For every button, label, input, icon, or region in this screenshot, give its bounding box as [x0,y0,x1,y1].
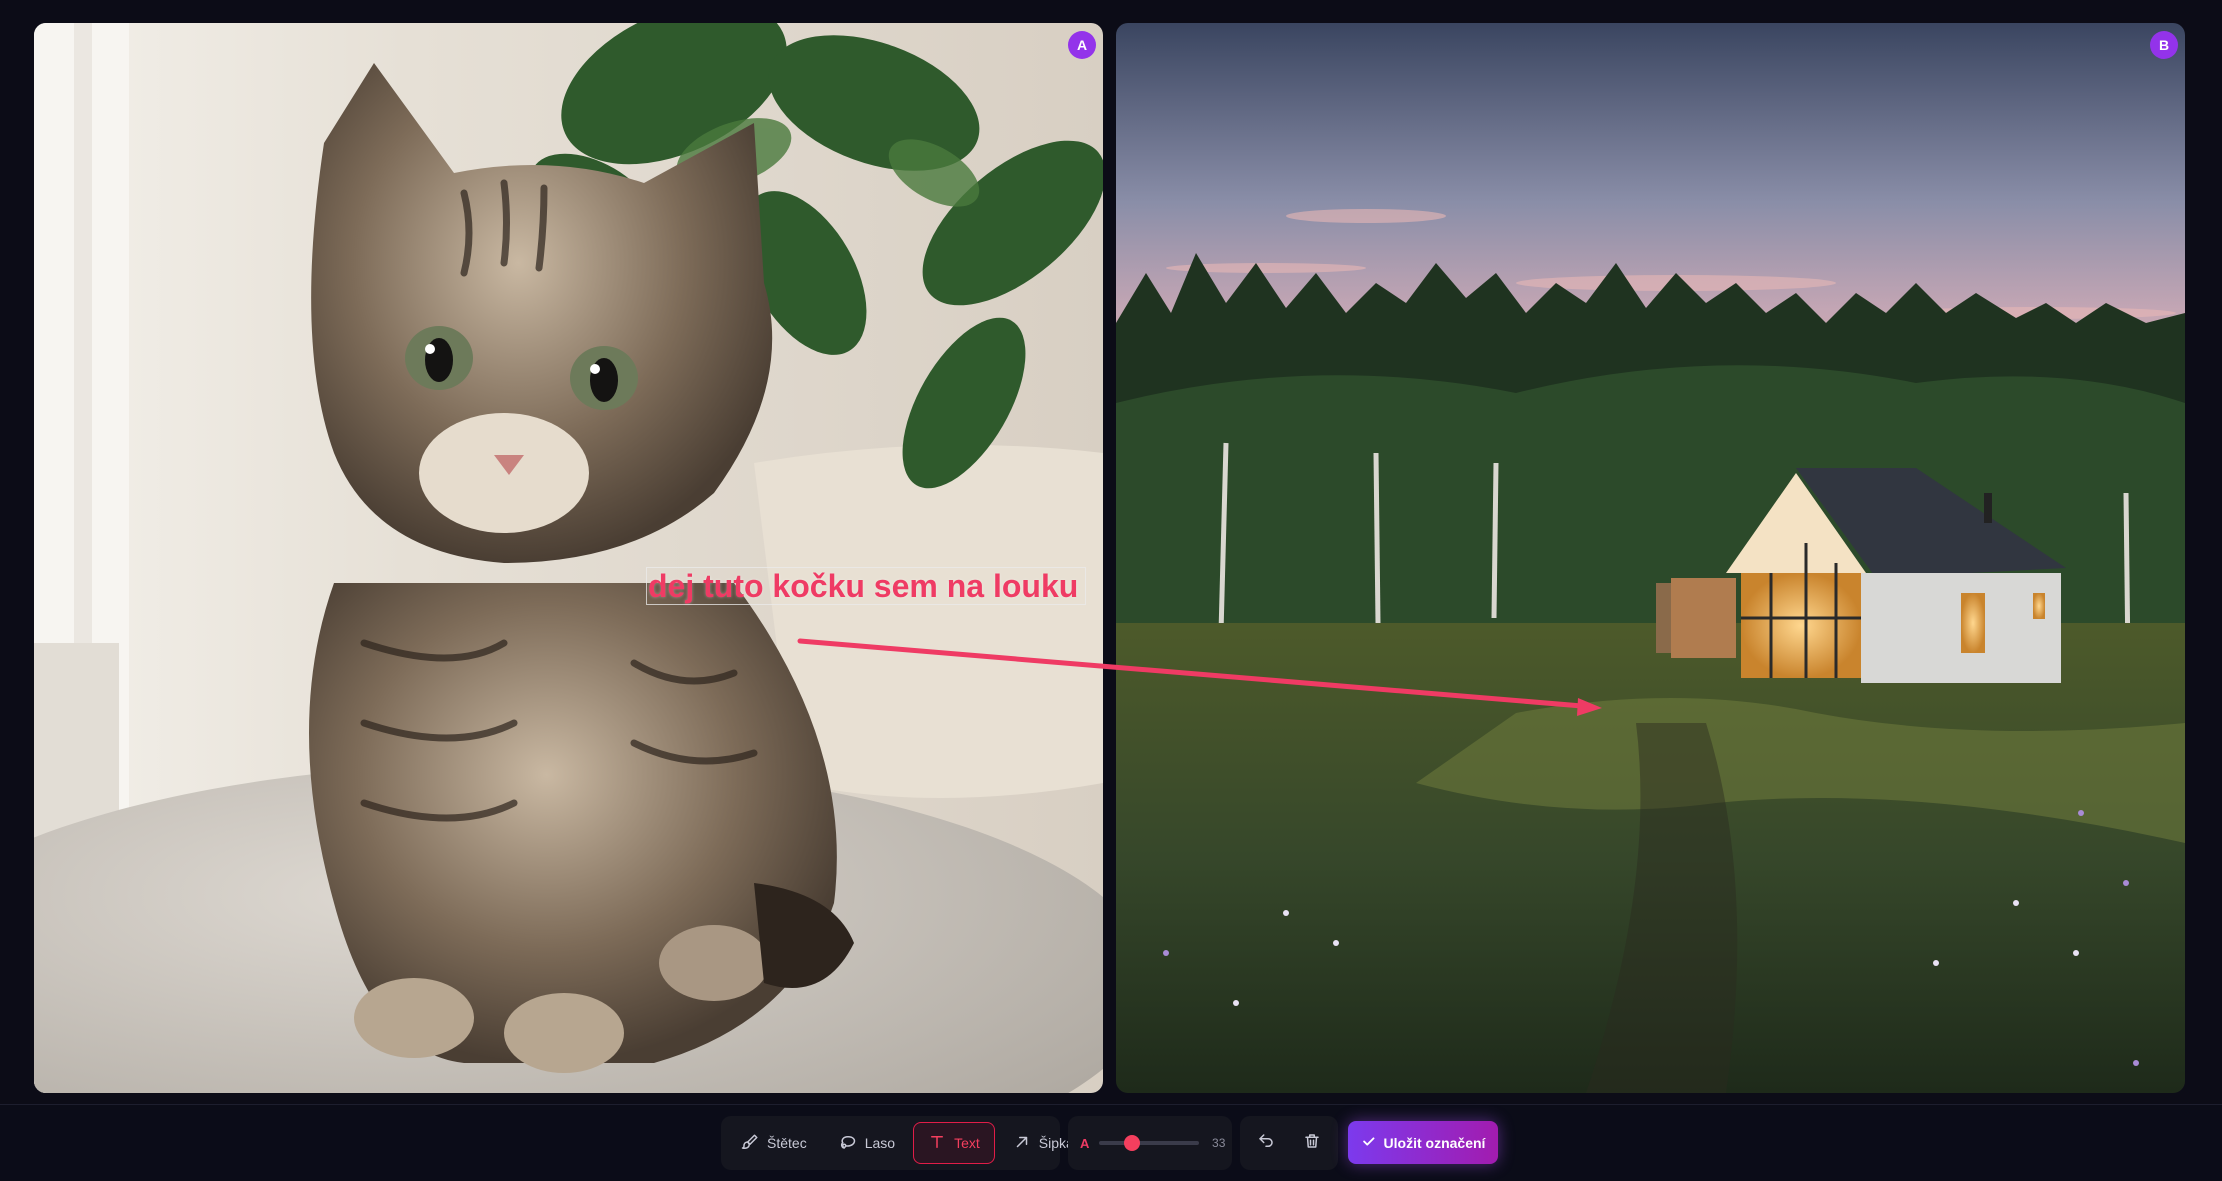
save-annotation-label: Uložit označení [1383,1134,1486,1151]
panel-b-badge: B [2150,31,2178,59]
tool-brush-label: Štětec [767,1135,807,1151]
size-label: A [1080,1135,1090,1151]
size-control: A 33 [1068,1116,1232,1170]
history-group [1240,1116,1338,1170]
tool-lasso-label: Laso [864,1135,896,1151]
arrow-icon [1013,1133,1031,1154]
tool-lasso-button[interactable]: Laso [825,1122,909,1164]
tool-text-label: Text [954,1135,980,1151]
size-value: 33 [1212,1136,1226,1150]
brush-icon [741,1133,759,1154]
delete-button[interactable] [1292,1123,1332,1163]
text-icon [928,1133,946,1154]
check-icon [1361,1134,1376,1152]
lasso-icon [839,1133,857,1154]
undo-icon [1257,1132,1275,1155]
size-slider[interactable] [1099,1135,1200,1151]
panel-a-badge: A [1068,31,1096,59]
image-panel-a[interactable]: A [34,23,1103,1093]
trash-icon [1303,1132,1321,1155]
annotation-text-box[interactable]: dej tuto kočku sem na louku [646,567,1086,605]
undo-button[interactable] [1246,1123,1286,1163]
tool-group: Štětec Laso Text Šipka [721,1116,1074,1170]
save-annotation-button[interactable]: Uložit označení [1348,1121,1498,1164]
cabin-photo [1116,23,2185,1093]
tool-brush-button[interactable]: Štětec [727,1122,821,1164]
kitten-photo [34,23,1103,1093]
size-slider-thumb[interactable] [1124,1135,1141,1151]
image-panel-b[interactable]: B [1116,23,2185,1093]
tool-text-button[interactable]: Text [913,1122,995,1164]
